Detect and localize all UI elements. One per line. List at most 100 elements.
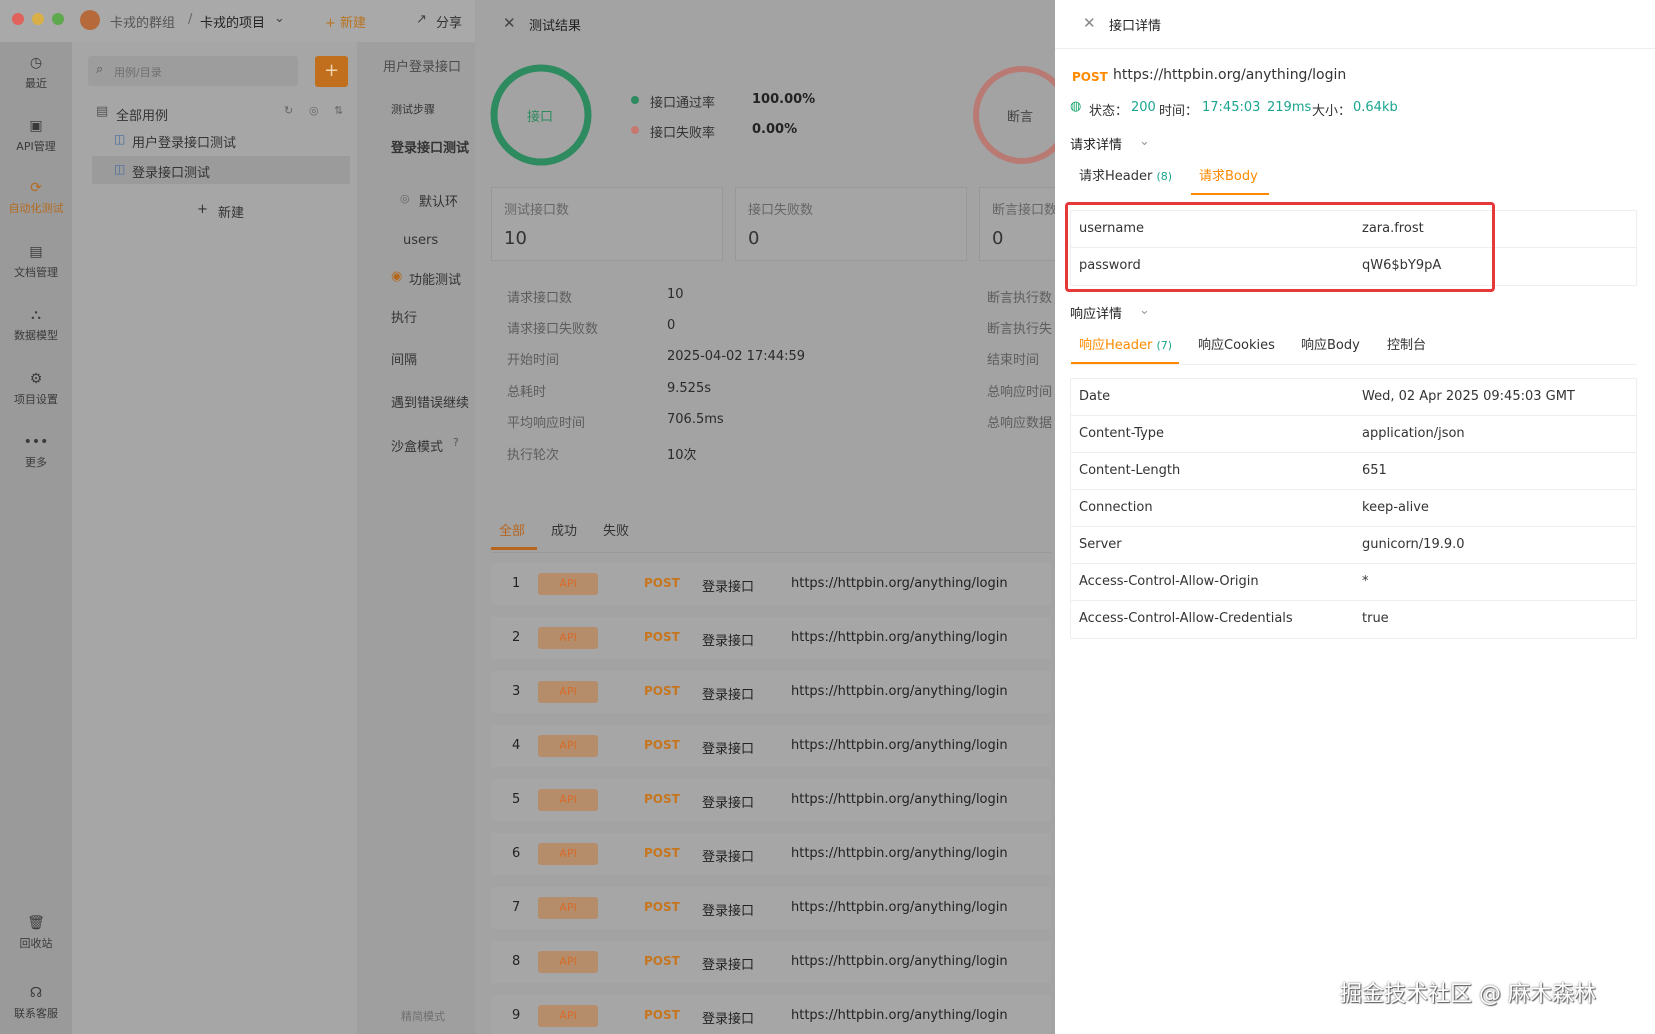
close-window-button[interactable] [12,13,24,25]
result-list-row[interactable]: 4 API POST 登录接口 https://httpbin.org/anything… [491,725,1051,767]
result-list-row[interactable]: 7 API POST 登录接口 https://httpbin.org/anything… [491,887,1051,929]
pass-rate-value: 100.00% [752,92,816,107]
nav-item-label: 项目设置 [14,393,58,406]
kv-value: 651 [1362,463,1387,478]
highlight-box [1065,202,1495,292]
request-section-title[interactable]: 请求详情 [1070,134,1122,153]
maximize-window-button[interactable] [52,13,64,25]
status-label: 状态： [1089,104,1129,119]
kv-key: Server [1079,537,1122,552]
tab-request-header[interactable]: 请求Header (8) [1079,165,1172,184]
kv-row: Connection keep-alive [1071,490,1636,527]
api-name: 登录接口 [702,904,755,919]
close-icon[interactable]: ✕ [503,14,516,32]
case-item-label: 登录接口测试 [132,166,211,181]
search-box[interactable]: ⌕ 用例/目录 [88,56,298,86]
exec-label: 执行 [391,311,418,326]
case-item-selected[interactable]: ◫ 登录接口测试 [92,156,350,184]
title-bar: 卡戎的群组 / 卡戎的项目 ⌄ + 新建 ↗ 分享 [0,0,475,42]
kv-key: Content-Length [1079,463,1181,478]
summary-value: 2025-04-02 17:44:59 [667,349,806,364]
api-url: https://httpbin.org/anything/login [791,1008,1008,1023]
breadcrumb[interactable]: 用户登录接口 [383,56,461,75]
result-list-row[interactable]: 2 API POST 登录接口 https://httpbin.org/anything… [491,617,1051,659]
stat-card: 测试接口数 10 [491,187,723,261]
nav-bottom-item[interactable]: ☊ 联系客服 [0,985,72,1021]
search-input[interactable]: 用例/目录 [114,64,162,80]
api-name: 登录接口 [702,850,755,865]
kv-value: keep-alive [1362,500,1429,515]
refresh-icon[interactable]: ↻ [284,104,293,117]
method-label: POST [644,846,680,860]
nav-item-0[interactable]: ◷ 最近 [0,55,72,91]
nav-item-2[interactable]: ⟳ 自动化测试 [0,180,72,216]
tab-fail[interactable]: 失败 [603,520,629,539]
radio-icon[interactable]: ◉ [391,269,402,284]
stat-label: 接口失败数 [748,203,814,218]
all-cases-label[interactable]: 全部用例 [116,105,168,124]
nav-item-label: API管理 [16,140,56,153]
close-icon[interactable]: ✕ [1083,14,1096,32]
method-label: POST [644,684,680,698]
case-detail-panel: 用户登录接口 测试步骤 登录接口测试 ◎ 默认环 users ◉ 功能测试 执行… [357,42,475,1034]
result-list-row[interactable]: 5 API POST 登录接口 https://httpbin.org/anything… [491,779,1051,821]
nav-bottom-item[interactable]: 🗑 回收站 [0,915,72,951]
result-list-row[interactable]: 3 API POST 登录接口 https://httpbin.org/anything… [491,671,1051,713]
kv-row: Date Wed, 02 Apr 2025 09:45:03 GMT [1071,379,1636,416]
new-case-button[interactable]: 新建 [218,202,244,221]
tab-response-body[interactable]: 响应Body [1301,334,1360,353]
tab-test-steps[interactable]: 测试步骤 [391,101,435,117]
tab-response-cookies[interactable]: 响应Cookies [1198,334,1275,353]
chevron-down-icon[interactable]: ⌄ [1139,134,1150,149]
nav-item-1[interactable]: ▣ API管理 [0,118,72,154]
api-url: https://httpbin.org/anything/login [791,954,1008,969]
detail-title: 接口详情 [1109,19,1162,34]
case-item[interactable]: ◫ 用户登录接口测试 [92,126,350,154]
tab-console[interactable]: 控制台 [1387,334,1426,353]
tab-success[interactable]: 成功 [551,520,577,539]
minimize-window-button[interactable] [32,13,44,25]
chevron-down-icon[interactable]: ⌄ [1139,303,1150,318]
api-name: 登录接口 [702,958,755,973]
assert-ring-label: 断言 [1007,110,1034,125]
doc-icon: ▤ [29,244,43,260]
project-name[interactable]: 卡戎的项目 [200,12,265,31]
kv-value: * [1362,574,1369,589]
nav-item-5[interactable]: ⚙ 项目设置 [0,371,72,407]
time-label: 时间： [1159,104,1199,119]
share-button[interactable]: 分享 [436,12,462,31]
result-list-row[interactable]: 6 API POST 登录接口 https://httpbin.org/anything… [491,833,1051,875]
headset-icon: ☊ [29,985,43,1001]
kv-key: Access-Control-Allow-Credentials [1079,611,1293,626]
locate-icon[interactable]: ◎ [309,104,319,117]
tab-response-header[interactable]: 响应Header (7) [1079,334,1172,353]
compact-mode[interactable]: 精简模式 [401,1008,445,1024]
new-button[interactable]: + 新建 [325,12,366,31]
sort-icon[interactable]: ⇅ [334,104,343,117]
case-item-label: 用户登录接口测试 [132,136,237,151]
response-section-title[interactable]: 响应详情 [1070,303,1122,322]
tab-all[interactable]: 全部 [499,520,525,539]
result-list-row[interactable]: 1 API POST 登录接口 https://httpbin.org/anything… [491,563,1051,605]
chevron-down-icon[interactable]: ⌄ [274,11,285,26]
nav-item-6[interactable]: ••• 更多 [0,434,72,470]
nav-item-label: 更多 [25,456,47,469]
nav-item-4[interactable]: ⛬ 数据模型 [0,307,72,343]
env-select[interactable]: 默认环 [419,191,458,210]
tab-request-body[interactable]: 请求Body [1199,165,1258,184]
stat-label: 断言接口数 [992,203,1058,218]
add-case-button[interactable]: + [315,56,348,87]
api-url: https://httpbin.org/anything/login [791,738,1008,753]
stat-value: 0 [748,228,760,249]
data-set[interactable]: users [403,233,438,248]
nav-item-3[interactable]: ▤ 文档管理 [0,244,72,280]
summary-label: 总耗时 [507,385,547,400]
method-label: POST [644,954,680,968]
result-list-row[interactable]: 8 API POST 登录接口 https://httpbin.org/anything… [491,941,1051,983]
kv-value: application/json [1362,426,1465,441]
result-list-row[interactable]: 9 API POST 登录接口 https://httpbin.org/anything… [491,995,1051,1034]
method-label: POST [1072,70,1108,84]
case-icon: ◫ [114,132,126,146]
api-name: 登录接口 [702,688,755,703]
team-name[interactable]: 卡戎的群组 [110,12,175,31]
